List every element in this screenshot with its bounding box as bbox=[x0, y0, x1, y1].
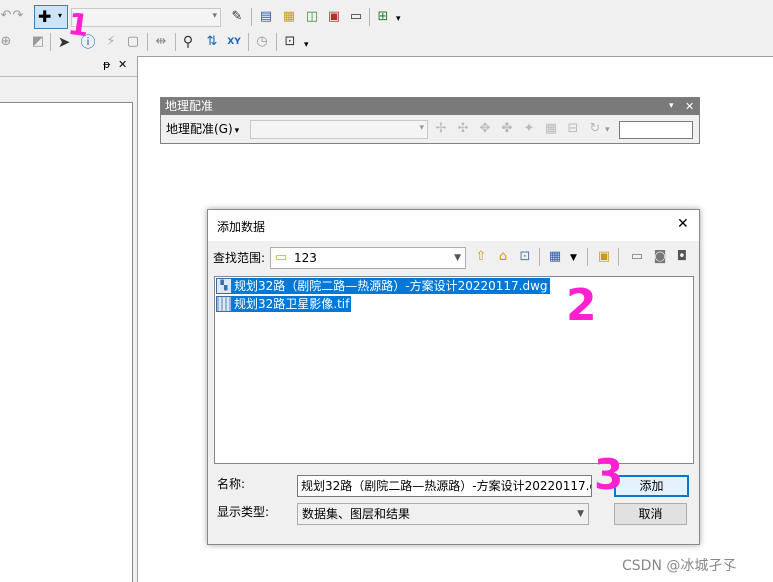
python-window-icon[interactable]: ▭ bbox=[348, 9, 364, 25]
separator bbox=[587, 248, 588, 266]
table-of-contents-icon[interactable]: ▤ bbox=[258, 9, 274, 25]
rotate-icon[interactable]: ✢ bbox=[433, 121, 449, 137]
time-slider-icon[interactable]: ◷ bbox=[254, 34, 270, 50]
dialog-title: 添加数据 bbox=[217, 220, 266, 234]
watermark: CSDN @冰城孑孓 bbox=[622, 558, 737, 574]
georeferencing-menu[interactable]: 地理配准(G) ▾ bbox=[166, 120, 239, 138]
auto-adjust-icon[interactable]: ⊟ bbox=[565, 121, 581, 137]
georeferencing-titlebar[interactable]: 地理配准 ▾ ✕ bbox=[161, 98, 699, 115]
chevron-down-icon: ▾ bbox=[58, 11, 63, 20]
new-folder-icon[interactable]: ▣ bbox=[596, 249, 612, 265]
close-icon[interactable]: ✕ bbox=[677, 216, 689, 232]
create-viewer-window-icon[interactable]: ⊡ bbox=[282, 34, 298, 50]
annotation-mark-3: 3 bbox=[594, 450, 624, 499]
georeferencing-title: 地理配准 bbox=[165, 99, 214, 113]
folder-icon: ▭ bbox=[275, 250, 288, 265]
name-label: 名称: bbox=[217, 477, 246, 491]
file-name: 规划32路（剧院二路—热源路）-方案设计20220117.dwg bbox=[232, 278, 550, 294]
zoom-full-icon[interactable]: ⊕ bbox=[0, 34, 14, 50]
hyperlink-icon[interactable]: ⚡ bbox=[103, 34, 119, 50]
chevron-down-icon: ▾ bbox=[212, 11, 217, 21]
look-in-combo[interactable]: ▭ 123 ▼ bbox=[270, 247, 466, 269]
separator bbox=[248, 33, 249, 51]
add-control-points-icon[interactable]: ✤ bbox=[499, 121, 515, 137]
separator bbox=[147, 33, 148, 51]
separator bbox=[175, 33, 176, 51]
rotation-angle-input[interactable] bbox=[619, 121, 693, 139]
chevron-down-icon: ▾ bbox=[234, 126, 240, 136]
editor-toolbar-icon[interactable]: ✎ bbox=[229, 9, 245, 25]
toc-titlebar: ᵽ ✕ bbox=[0, 56, 137, 77]
dialog-titlebar[interactable]: 添加数据 ✕ bbox=[208, 210, 699, 241]
rotate-tool-icon[interactable]: ↻ bbox=[587, 121, 603, 137]
new-geodatabase-icon[interactable]: ▭ bbox=[629, 249, 645, 265]
add-data-dialog: 添加数据 ✕ 查找范围: ▭ 123 ▼ ⇧ ⌂ ⊡ ▦ ▼ ▣ ▭ ◙ ◘ ▚… bbox=[207, 209, 700, 545]
raster-file-icon bbox=[216, 296, 232, 312]
georeferencing-toolbar: 地理配准 ▾ ✕ 地理配准(G) ▾ ▾ ✢ ✣ ✥ ✤ ✦ ▦ ⊟ ↻ ▾ bbox=[160, 97, 700, 144]
find-route-icon[interactable]: ⇅ bbox=[204, 34, 220, 50]
toolbar-options-icon[interactable]: ▾ bbox=[396, 14, 401, 24]
new-toolbox-icon[interactable]: ◘ bbox=[674, 249, 690, 265]
chevron-down-icon: ▼ bbox=[454, 253, 461, 263]
separator bbox=[539, 248, 540, 266]
annotation-mark-2: 2 bbox=[566, 280, 597, 331]
file-name: 规划32路卫星影像.tif bbox=[232, 296, 352, 312]
arctoolbox-icon[interactable]: ▣ bbox=[326, 9, 342, 25]
separator bbox=[369, 8, 370, 26]
cad-file-icon: ▚ bbox=[216, 278, 232, 294]
pin-icon[interactable]: ᵽ bbox=[103, 58, 110, 71]
layer-combo[interactable]: ▾ bbox=[250, 120, 428, 139]
chevron-down-icon[interactable]: ▾ bbox=[605, 125, 610, 135]
catalog-icon[interactable]: ▦ bbox=[281, 9, 297, 25]
scale-combo[interactable]: ▾ bbox=[71, 8, 221, 27]
up-one-level-icon[interactable]: ⇧ bbox=[473, 249, 489, 265]
toolbar-menu-icon[interactable]: ▾ bbox=[669, 98, 674, 115]
new-file-gdb-icon[interactable]: ◙ bbox=[652, 249, 668, 265]
scale-icon[interactable]: ✥ bbox=[477, 121, 493, 137]
view-list-icon[interactable]: ▦ bbox=[547, 249, 563, 265]
connect-folder-icon[interactable]: ⊡ bbox=[517, 249, 533, 265]
separator bbox=[50, 33, 51, 51]
add-button[interactable]: 添加 bbox=[614, 475, 689, 497]
separator bbox=[251, 8, 252, 26]
file-list[interactable]: ▚ 规划32路（剧院二路—热源路）-方案设计20220117.dwg 规划32路… bbox=[214, 276, 694, 464]
add-data-button[interactable]: ✚ ▾ bbox=[34, 5, 68, 29]
name-field[interactable]: 规划32路（剧院二路—热源路）-方案设计20220117.dw bbox=[297, 475, 592, 497]
separator bbox=[276, 33, 277, 51]
chevron-down-icon: ▼ bbox=[577, 509, 584, 519]
find-icon[interactable]: ⚲ bbox=[180, 34, 196, 50]
show-of-type-value: 数据集、图层和结果 bbox=[302, 507, 411, 521]
view-link-table-icon[interactable]: ▦ bbox=[543, 121, 559, 137]
georeferencing-menu-label: 地理配准(G) bbox=[166, 122, 233, 136]
redo-icon[interactable]: ↷ bbox=[10, 8, 26, 24]
home-icon[interactable]: ⌂ bbox=[495, 249, 511, 265]
add-data-icon: ✚ bbox=[38, 7, 52, 26]
show-of-type-combo[interactable]: 数据集、图层和结果 ▼ bbox=[297, 503, 589, 525]
chevron-down-icon: ▾ bbox=[419, 123, 424, 133]
separator bbox=[618, 248, 619, 266]
model-builder-icon[interactable]: ⊞ bbox=[375, 9, 391, 25]
go-to-xy-icon[interactable]: XY bbox=[226, 34, 242, 50]
fixed-zoom-icon[interactable]: ◩ bbox=[30, 34, 46, 50]
search-window-icon[interactable]: ◫ bbox=[304, 9, 320, 25]
toolbar-options-icon[interactable]: ▾ bbox=[304, 40, 309, 50]
close-icon[interactable]: ✕ bbox=[685, 98, 694, 115]
show-of-type-label: 显示类型: bbox=[217, 505, 270, 519]
toc-content[interactable] bbox=[0, 102, 133, 582]
cancel-button[interactable]: 取消 bbox=[614, 503, 687, 525]
shift-icon[interactable]: ✣ bbox=[455, 121, 471, 137]
look-in-label: 查找范围: bbox=[213, 251, 266, 265]
html-popup-icon[interactable]: ▢ bbox=[125, 34, 141, 50]
close-icon[interactable]: ✕ bbox=[118, 58, 127, 71]
measure-icon[interactable]: ⇹ bbox=[153, 34, 169, 50]
look-in-value: 123 bbox=[294, 251, 317, 265]
chevron-down-icon[interactable]: ▼ bbox=[570, 253, 577, 263]
select-link-icon[interactable]: ✦ bbox=[521, 121, 537, 137]
